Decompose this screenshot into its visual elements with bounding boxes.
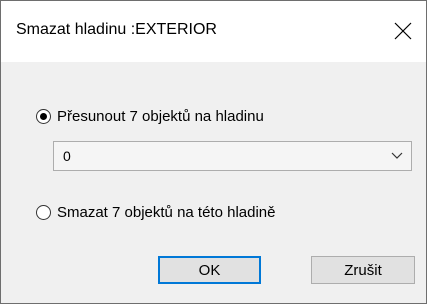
target-layer-select[interactable]: 0 — [53, 141, 412, 171]
move-objects-radio[interactable] — [36, 109, 51, 124]
delete-objects-label: Smazat 7 objektů na této hladině — [57, 204, 276, 221]
chevron-down-icon — [391, 152, 403, 159]
title-bar: Smazat hladinu :EXTERIOR — [1, 1, 426, 62]
delete-objects-option[interactable]: Smazat 7 objektů na této hladině — [36, 204, 275, 221]
target-layer-value: 0 — [63, 148, 71, 164]
cancel-button[interactable]: Zrušit — [311, 256, 415, 284]
delete-objects-radio[interactable] — [36, 205, 51, 220]
ok-button[interactable]: OK — [158, 256, 261, 284]
close-icon — [394, 22, 412, 40]
delete-layer-dialog: Smazat hladinu :EXTERIOR Přesunout 7 obj… — [0, 0, 427, 304]
move-objects-label: Přesunout 7 objektů na hladinu — [57, 108, 264, 125]
close-button[interactable] — [380, 1, 426, 62]
dialog-title: Smazat hladinu :EXTERIOR — [16, 21, 217, 38]
move-objects-option[interactable]: Přesunout 7 objektů na hladinu — [36, 108, 264, 125]
